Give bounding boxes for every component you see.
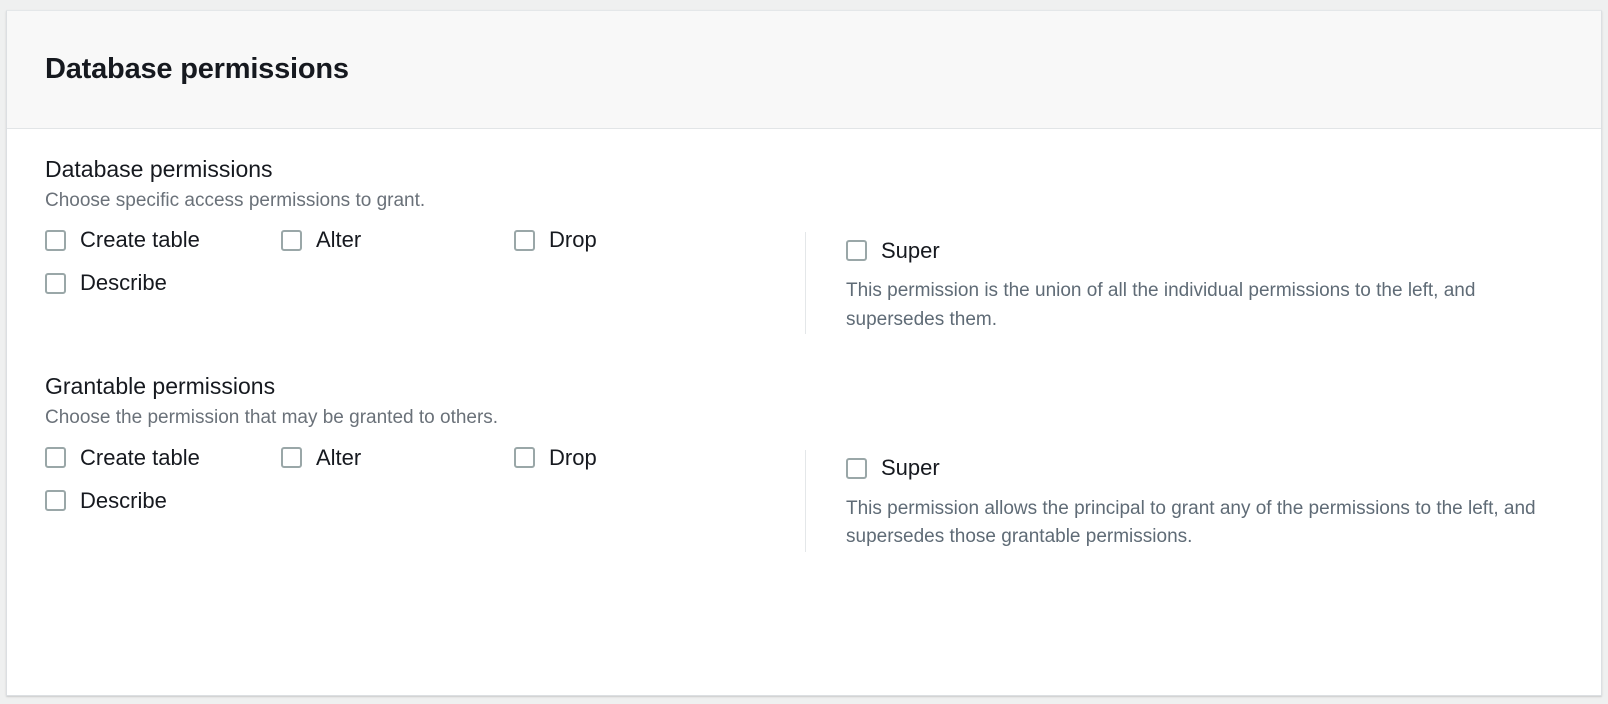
section-database-permissions: Database permissions Choose specific acc…	[45, 155, 1563, 335]
checkbox-label: Drop	[549, 227, 597, 253]
checkbox-describe[interactable]: Describe	[45, 272, 281, 294]
checkbox-alter[interactable]: Alter	[281, 229, 514, 251]
checkbox-super[interactable]: Super	[846, 229, 1546, 272]
checkbox-box-icon[interactable]	[281, 229, 302, 251]
checkbox-label: Describe	[80, 270, 167, 296]
checkbox-box-icon[interactable]	[514, 447, 535, 469]
permissions-columns: Create table Alter Drop Describe Super T…	[45, 444, 1563, 552]
checkbox-box-icon[interactable]	[514, 229, 535, 251]
checkbox-label: Super	[881, 237, 940, 263]
checkbox-box-icon[interactable]	[45, 229, 66, 251]
checkbox-label: Drop	[549, 444, 597, 470]
card-header: Database permissions	[7, 11, 1601, 129]
super-permission-description: This permission is the union of all the …	[846, 280, 1476, 330]
checkbox-create-table[interactable]: Create table	[45, 229, 281, 251]
section-heading: Database permissions	[45, 156, 273, 182]
checkbox-label: Describe	[80, 487, 167, 513]
checkbox-drop[interactable]: Drop	[514, 229, 714, 251]
database-permissions-card: Database permissions Database permission…	[6, 10, 1602, 696]
grantable-super-permission-group: Super This permission allows the princip…	[806, 447, 1546, 552]
checkbox-label: Create table	[80, 227, 200, 253]
section-description: Choose specific access permissions to gr…	[45, 189, 426, 211]
checkbox-label: Super	[881, 455, 940, 481]
section-description: Choose the permission that may be grante…	[45, 407, 499, 429]
grantable-super-permission-description: This permission allows the principal to …	[846, 497, 1536, 548]
permission-row: Create table Alter Drop	[45, 229, 795, 272]
page-title: Database permissions	[45, 53, 349, 86]
permissions-columns: Create table Alter Drop Describe Super T…	[45, 229, 1563, 335]
grantable-checkbox-create-table[interactable]: Create table	[45, 444, 281, 470]
grantable-checkbox-drop[interactable]: Drop	[514, 444, 714, 470]
checkbox-box-icon[interactable]	[281, 447, 302, 469]
grantable-permissions-group: Create table Alter Drop Describe	[45, 444, 805, 552]
permission-row: Create table Alter Drop	[45, 444, 795, 490]
super-permission-group: Super This permission is the union of al…	[806, 229, 1546, 334]
grantable-checkbox-alter[interactable]: Alter	[281, 444, 514, 470]
section-grantable-permissions: Grantable permissions Choose the permiss…	[45, 372, 1563, 552]
specific-permissions-group: Create table Alter Drop Describe	[45, 229, 805, 334]
permission-row: Describe	[45, 272, 795, 315]
checkbox-label: Create table	[80, 444, 200, 470]
card-body: Database permissions Choose specific acc…	[7, 129, 1601, 552]
checkbox-box-icon[interactable]	[45, 490, 66, 512]
permission-row: Describe	[45, 487, 795, 533]
checkbox-box-icon[interactable]	[45, 447, 66, 469]
checkbox-box-icon[interactable]	[846, 457, 867, 479]
checkbox-box-icon[interactable]	[846, 240, 867, 262]
section-heading: Grantable permissions	[45, 373, 276, 400]
checkbox-label: Alter	[316, 444, 362, 470]
checkbox-box-icon[interactable]	[45, 272, 66, 294]
checkbox-label: Alter	[316, 227, 362, 253]
grantable-checkbox-describe[interactable]: Describe	[45, 487, 281, 513]
grantable-checkbox-super[interactable]: Super	[846, 447, 1546, 490]
